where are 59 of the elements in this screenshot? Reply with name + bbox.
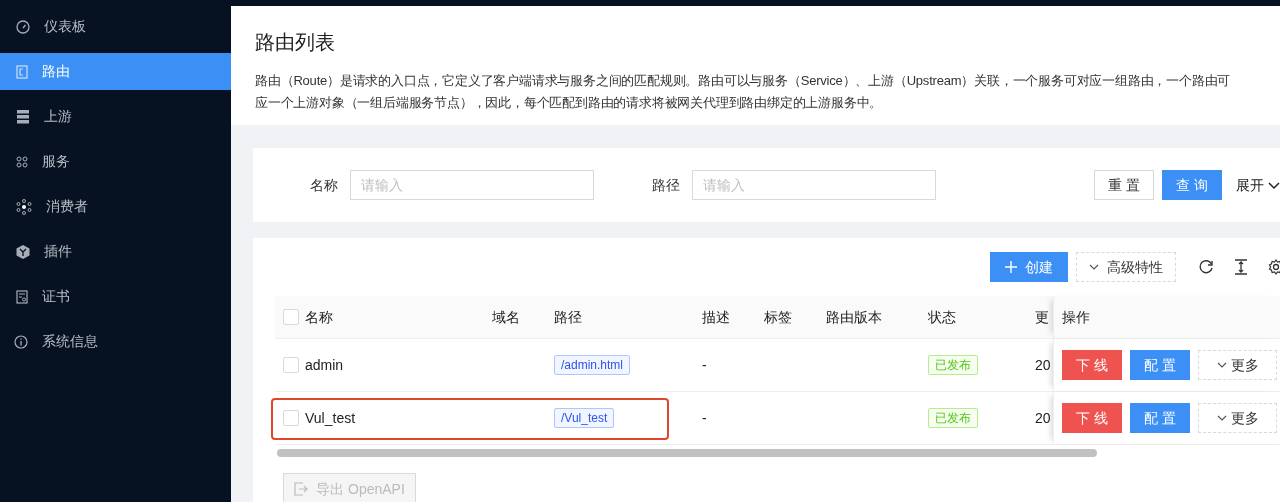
table-cell-text: Vul_test <box>305 408 356 428</box>
column-header: 状态 <box>928 307 956 327</box>
chevron-down-icon <box>1268 179 1280 191</box>
sidebar-item[interactable]: 证书 <box>0 278 231 315</box>
expand-link[interactable]: 展开 <box>1236 170 1280 200</box>
command-icon <box>16 155 28 168</box>
chevron-down-icon <box>1216 360 1227 370</box>
description-line: 路由（Route）是请求的入口点，它定义了客户端请求与服务之间的匹配规则。路由可以与服务（Service）、上游（Upstream）关联，一个服务可对应一组路由，一个路由可 <box>255 72 1231 90</box>
more-dropdown[interactable]: 更多 <box>1198 350 1277 380</box>
cube-icon <box>16 244 30 259</box>
info-icon <box>14 334 28 349</box>
advanced-dropdown[interactable]: 高级特性 <box>1076 252 1176 282</box>
sidebar-item[interactable]: 系统信息 <box>0 323 231 360</box>
checkbox[interactable] <box>283 309 299 325</box>
sidebar-item[interactable]: 插件 <box>0 233 231 270</box>
table-cell-text: 20 <box>1035 355 1051 375</box>
more-dropdown[interactable]: 更多 <box>1198 403 1277 433</box>
path-tag: /admin.html <box>554 355 631 375</box>
sidebar-item[interactable]: 消费者 <box>0 188 231 225</box>
input-field[interactable]: 请输入 <box>350 170 594 200</box>
checkbox[interactable] <box>283 357 299 373</box>
table-cell-text: 20 <box>1035 408 1051 428</box>
status-tag: 已发布 <box>928 355 978 375</box>
column-height-icon[interactable] <box>1234 259 1248 275</box>
settings-icon[interactable] <box>1268 259 1280 275</box>
column-header: 操作 <box>1062 307 1090 327</box>
path-tag: /Vul_test <box>554 408 615 428</box>
column-header: 描述 <box>702 307 730 327</box>
column-header: 域名 <box>492 307 520 327</box>
sidebar-item[interactable]: 仪表板 <box>0 8 231 45</box>
input-field[interactable]: 请输入 <box>692 170 936 200</box>
gauge-icon <box>16 19 30 34</box>
page-title: 路由列表 <box>255 30 336 55</box>
table-cell-text: admin <box>305 355 344 375</box>
server-icon <box>16 109 30 124</box>
column-header: 名称 <box>305 307 333 327</box>
status-tag: 已发布 <box>928 408 978 428</box>
reload-icon[interactable] <box>1198 259 1214 275</box>
table-cell-text: - <box>702 355 707 375</box>
table-cell-text: - <box>702 408 707 428</box>
chevron-down-icon <box>1216 413 1227 423</box>
column-header: 更 <box>1035 307 1049 327</box>
description-line: 应一个上游对象（一组后端服务节点），因此，每个匹配到路由的请求将被网关代理到路由绑定的上游服务中。 <box>255 94 883 112</box>
document-icon <box>16 64 28 79</box>
column-header: 标签 <box>764 307 792 327</box>
column-header: 路径 <box>554 307 582 327</box>
field-label: 路径 <box>652 175 681 195</box>
nodes-icon <box>16 198 32 215</box>
column-header: 路由版本 <box>826 307 882 327</box>
sidebar-item[interactable]: 服务 <box>0 143 231 180</box>
sidebar-item[interactable]: 上游 <box>0 98 231 135</box>
checkbox[interactable] <box>283 410 299 426</box>
export-icon <box>294 482 309 496</box>
plus-icon <box>1005 261 1017 273</box>
field-label: 名称 <box>310 175 339 195</box>
reset-button[interactable]: 重 置 <box>1094 170 1154 200</box>
certificate-icon <box>16 289 28 304</box>
chevron-down-icon <box>1089 262 1099 272</box>
scrollbar-thumb[interactable] <box>277 449 1097 457</box>
